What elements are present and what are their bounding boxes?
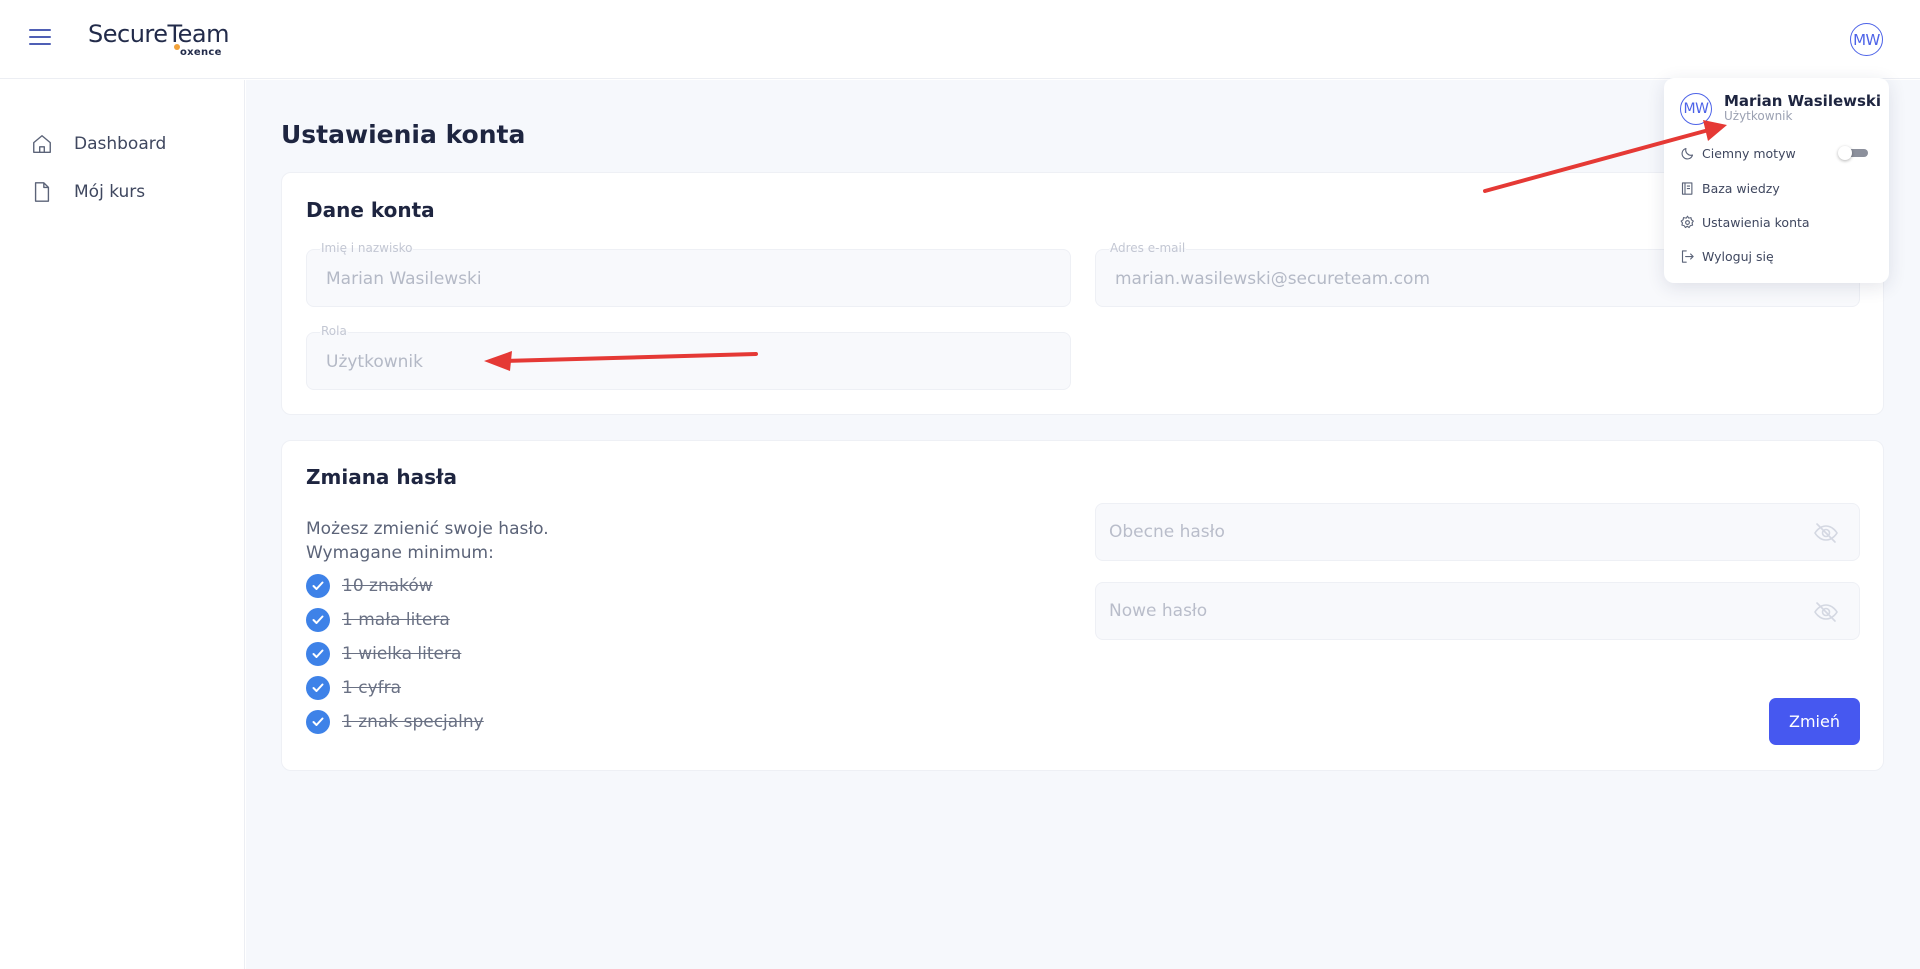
sidebar-item-label: Dashboard — [74, 134, 167, 154]
requirement-item: 1 wielka litera — [306, 642, 461, 666]
logout-icon — [1678, 247, 1696, 265]
logo-main-text: SecureTeam — [88, 20, 229, 48]
full-name-label: Imię i nazwisko — [320, 241, 414, 255]
email-value: marian.wasilewski@secureteam.com — [1115, 269, 1431, 289]
knowledge-base-item[interactable]: Baza wiedzy — [1678, 176, 1874, 200]
dropdown-user-name: Marian Wasilewski — [1724, 92, 1882, 110]
requirement-label: 1 mała litera — [342, 610, 450, 630]
dark-mode-toggle[interactable] — [1838, 146, 1868, 160]
sidebar-item-my-course[interactable]: Mój kurs — [29, 177, 145, 207]
account-settings-label: Ustawienia konta — [1702, 214, 1810, 230]
user-avatar-button[interactable]: MW — [1850, 23, 1883, 56]
eye-off-icon[interactable] — [1813, 600, 1839, 624]
dropdown-avatar: MW — [1680, 93, 1712, 125]
account-data-title: Dane konta — [306, 198, 435, 222]
user-dropdown-menu: MW Marian Wasilewski Użytkownik Ciemny m… — [1664, 78, 1889, 283]
new-password-field — [1095, 582, 1860, 640]
password-requirements-description: Możesz zmienić swoje hasło. Wymagane min… — [306, 519, 549, 563]
gear-icon — [1678, 213, 1696, 231]
requirement-label: 1 znak specjalny — [342, 712, 484, 732]
requirement-label: 10 znaków — [342, 576, 433, 596]
check-circle-icon — [306, 642, 330, 666]
change-password-button[interactable]: Zmień — [1769, 698, 1860, 745]
account-data-card: Dane konta Imię i nazwisko Marian Wasile… — [281, 172, 1884, 415]
email-label: Adres e-mail — [1109, 241, 1187, 255]
top-header: SecureTeam oxence MW — [0, 0, 1920, 79]
sidebar-item-dashboard[interactable]: Dashboard — [29, 129, 166, 159]
role-value: Użytkownik — [326, 352, 423, 372]
role-label: Rola — [320, 324, 348, 338]
new-password-input[interactable] — [1096, 583, 1859, 639]
logout-item[interactable]: Wyloguj się — [1678, 244, 1874, 268]
requirement-label: 1 cyfra — [342, 678, 402, 698]
requirement-item: 1 cyfra — [306, 676, 401, 700]
check-circle-icon — [306, 710, 330, 734]
logo[interactable]: SecureTeam oxence — [88, 20, 238, 60]
file-icon — [29, 179, 55, 205]
sidebar: Dashboard Mój kurs — [0, 80, 245, 969]
home-icon — [29, 131, 55, 157]
requirement-label: 1 wielka litera — [342, 644, 462, 664]
requirement-item: 1 znak specjalny — [306, 710, 484, 734]
check-circle-icon — [306, 608, 330, 632]
full-name-value: Marian Wasilewski — [326, 269, 482, 289]
eye-off-icon[interactable] — [1813, 521, 1839, 545]
requirement-item: 1 mała litera — [306, 608, 450, 632]
book-icon — [1678, 179, 1696, 197]
page-title: Ustawienia konta — [281, 120, 526, 149]
full-name-field[interactable]: Imię i nazwisko Marian Wasilewski — [306, 241, 1071, 307]
password-change-title: Zmiana hasła — [306, 465, 457, 489]
current-password-field — [1095, 503, 1860, 561]
hamburger-menu-icon[interactable] — [29, 29, 51, 49]
logo-sub-text: oxence — [180, 47, 222, 58]
password-change-card: Zmiana hasła Możesz zmienić swoje hasło.… — [281, 440, 1884, 771]
knowledge-base-label: Baza wiedzy — [1702, 180, 1780, 196]
requirement-item: 10 znaków — [306, 574, 433, 598]
role-field[interactable]: Rola Użytkownik — [306, 324, 1071, 390]
dropdown-user-role: Użytkownik — [1724, 109, 1793, 123]
check-circle-icon — [306, 574, 330, 598]
dark-mode-label: Ciemny motyw — [1702, 145, 1796, 161]
logout-label: Wyloguj się — [1702, 248, 1774, 264]
current-password-input[interactable] — [1096, 504, 1859, 560]
moon-icon — [1678, 144, 1696, 162]
sidebar-item-label: Mój kurs — [74, 182, 146, 202]
account-settings-item[interactable]: Ustawienia konta — [1678, 210, 1874, 234]
check-circle-icon — [306, 676, 330, 700]
